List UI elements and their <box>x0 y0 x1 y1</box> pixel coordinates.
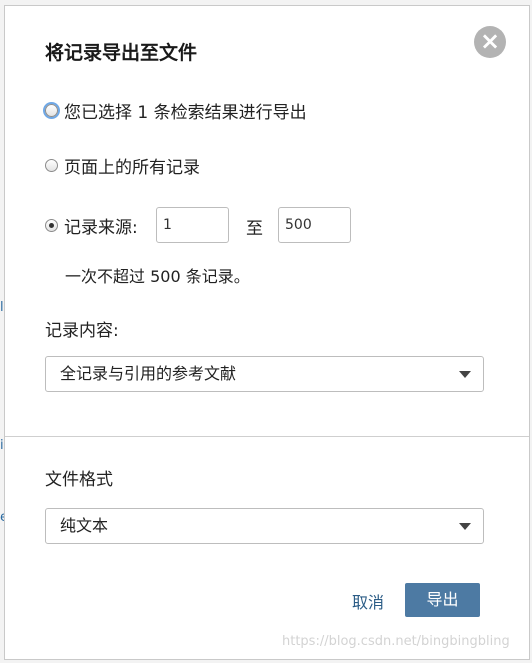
watermark-text: https://blog.csdn.net/bingbingbling <box>282 634 510 649</box>
export-button[interactable]: 导出 <box>405 583 480 617</box>
chevron-down-icon <box>459 371 471 378</box>
radio-all-on-page[interactable] <box>45 158 58 172</box>
record-content-label: 记录内容: <box>45 321 119 341</box>
record-limit-note: 一次不超过 500 条记录。 <box>65 267 250 286</box>
option-record-source[interactable]: 记录来源: <box>45 213 138 238</box>
export-dialog: 将记录导出至文件 × 您已选择 1 条检索结果进行导出 页面上的所有记录 记录来… <box>4 5 530 660</box>
option-selected-records-label: 您已选择 1 条检索结果进行导出 <box>64 102 307 123</box>
cancel-button[interactable]: 取消 <box>352 589 384 613</box>
close-icon[interactable]: × <box>474 26 506 58</box>
chevron-down-icon <box>459 523 471 530</box>
option-selected-records[interactable]: 您已选择 1 条检索结果进行导出 <box>45 98 307 123</box>
record-content-value: 全记录与引用的参考文献 <box>60 364 237 383</box>
file-format-value: 纯文本 <box>60 516 109 535</box>
file-format-label: 文件格式 <box>45 470 113 490</box>
record-to-label: 至 <box>246 219 263 239</box>
record-to-input[interactable]: 500 <box>278 207 351 243</box>
option-all-on-page-label: 页面上的所有记录 <box>64 157 200 178</box>
radio-record-source[interactable] <box>45 218 58 232</box>
option-all-on-page[interactable]: 页面上的所有记录 <box>45 153 200 178</box>
dialog-title: 将记录导出至文件 <box>45 42 198 64</box>
section-divider <box>5 436 529 437</box>
option-record-source-label: 记录来源: <box>64 217 138 238</box>
file-format-select[interactable]: 纯文本 <box>45 508 484 544</box>
radio-selected-records[interactable] <box>45 103 58 117</box>
record-from-input[interactable]: 1 <box>156 207 229 243</box>
record-content-select[interactable]: 全记录与引用的参考文献 <box>45 356 484 392</box>
